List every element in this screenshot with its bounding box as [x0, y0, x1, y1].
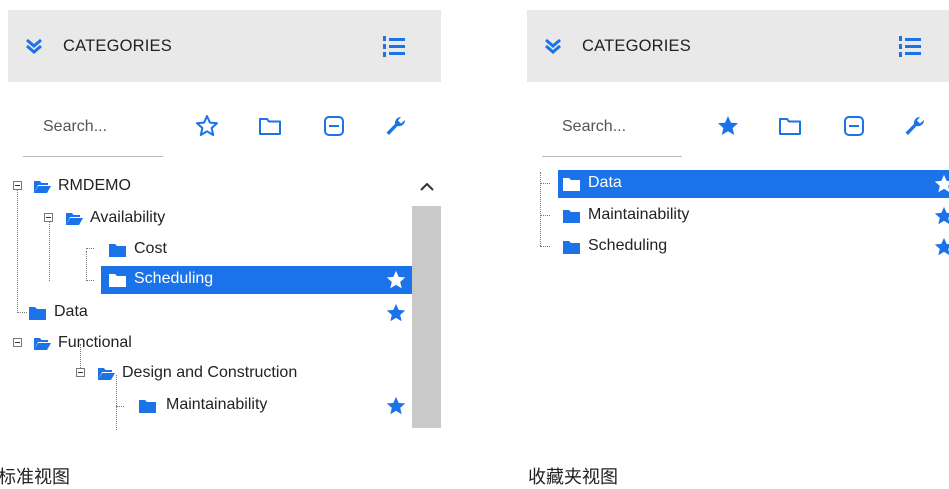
wrench-icon[interactable]	[384, 114, 408, 138]
tree-row-scheduling[interactable]: Scheduling	[520, 233, 949, 261]
tree-row-cost[interactable]: Cost	[0, 236, 449, 264]
folder-icon	[29, 307, 46, 320]
categories-panel-standard: CATEGORIES Search... RMDEMO Availability…	[0, 0, 449, 430]
tree-row-design-and-construction[interactable]: Design and Construction	[0, 360, 449, 388]
tree-label: Maintainability	[166, 396, 268, 413]
star-filled-icon[interactable]	[385, 269, 407, 291]
tree-label: Availability	[90, 209, 166, 226]
folder-outline-icon[interactable]	[778, 114, 802, 138]
folder-open-icon	[34, 181, 51, 193]
folder-icon	[563, 178, 580, 191]
caption-standard-view: 标准视图	[0, 467, 70, 488]
star-filled-icon[interactable]	[933, 236, 949, 258]
tree-label: Scheduling	[588, 237, 668, 254]
tree-row-scheduling-selected[interactable]: Scheduling	[101, 266, 412, 294]
tree-row-availability[interactable]: Availability	[0, 205, 449, 233]
folder-icon	[109, 274, 126, 287]
list-numbered-icon[interactable]	[899, 34, 921, 58]
collapse-icon[interactable]	[322, 114, 346, 138]
categories-header[interactable]: CATEGORIES	[527, 10, 949, 82]
star-filled-icon[interactable]	[933, 173, 949, 195]
search-placeholder: Search...	[562, 118, 627, 135]
tree-line	[86, 280, 94, 281]
wrench-icon[interactable]	[903, 114, 927, 138]
collapse-toggle[interactable]	[44, 213, 53, 222]
tree-label: Cost	[134, 240, 167, 257]
search-input[interactable]: Search...	[542, 108, 682, 157]
favorites-tree: Data Maintainability Scheduling	[520, 170, 949, 430]
star-filled-icon[interactable]	[716, 114, 740, 138]
tree-row-rmdemo[interactable]: RMDEMO	[0, 173, 449, 201]
folder-icon	[563, 210, 580, 223]
categories-panel-favorites: CATEGORIES Search... Data Maintainabilit…	[520, 0, 949, 430]
tree-label: Design and Construction	[122, 364, 298, 381]
collapse-toggle[interactable]	[13, 181, 22, 190]
tree-line	[540, 183, 550, 184]
folder-open-icon	[98, 368, 115, 380]
tree-row-data-selected[interactable]: Data	[558, 170, 949, 198]
tree-row-functional[interactable]: Functional	[0, 330, 449, 358]
folder-icon	[563, 241, 580, 254]
scrollbar-thumb[interactable]	[412, 206, 441, 428]
collapse-icon[interactable]	[842, 114, 866, 138]
tree-label: Maintainability	[588, 206, 690, 223]
search-input[interactable]: Search...	[23, 108, 163, 157]
tree-label: Scheduling	[134, 270, 214, 287]
star-filled-icon[interactable]	[385, 302, 407, 324]
caption-favorites-view: 收藏夹视图	[528, 467, 618, 488]
scrollbar[interactable]	[412, 170, 441, 428]
collapse-toggle[interactable]	[76, 368, 85, 377]
chevron-up-icon[interactable]	[419, 182, 435, 192]
folder-icon	[109, 244, 126, 257]
categories-title: CATEGORIES	[63, 37, 172, 55]
tree-row-maintainability[interactable]: Maintainability	[520, 202, 949, 230]
tree-label: Functional	[58, 334, 132, 351]
list-numbered-icon[interactable]	[383, 34, 405, 58]
folder-open-icon	[66, 213, 83, 225]
categories-header[interactable]: CATEGORIES	[8, 10, 441, 82]
tree-label: Data	[54, 303, 88, 320]
tree-label: RMDEMO	[58, 177, 131, 194]
folder-open-icon	[34, 338, 51, 350]
star-filled-icon[interactable]	[385, 395, 407, 417]
tree-row-data[interactable]: Data	[0, 299, 449, 327]
categories-title: CATEGORIES	[582, 37, 691, 55]
category-tree: RMDEMO Availability Cost Scheduling Data	[0, 170, 449, 430]
collapse-toggle[interactable]	[13, 338, 22, 347]
chevron-double-down-icon[interactable]	[544, 38, 562, 54]
tree-row-maintainability[interactable]: Maintainability	[0, 392, 449, 420]
folder-outline-icon[interactable]	[258, 114, 282, 138]
star-outline-icon[interactable]	[195, 114, 219, 138]
chevron-double-down-icon[interactable]	[25, 38, 43, 54]
star-filled-icon[interactable]	[933, 205, 949, 227]
search-placeholder: Search...	[43, 118, 108, 135]
folder-icon	[139, 400, 156, 413]
tree-label: Data	[588, 174, 622, 191]
